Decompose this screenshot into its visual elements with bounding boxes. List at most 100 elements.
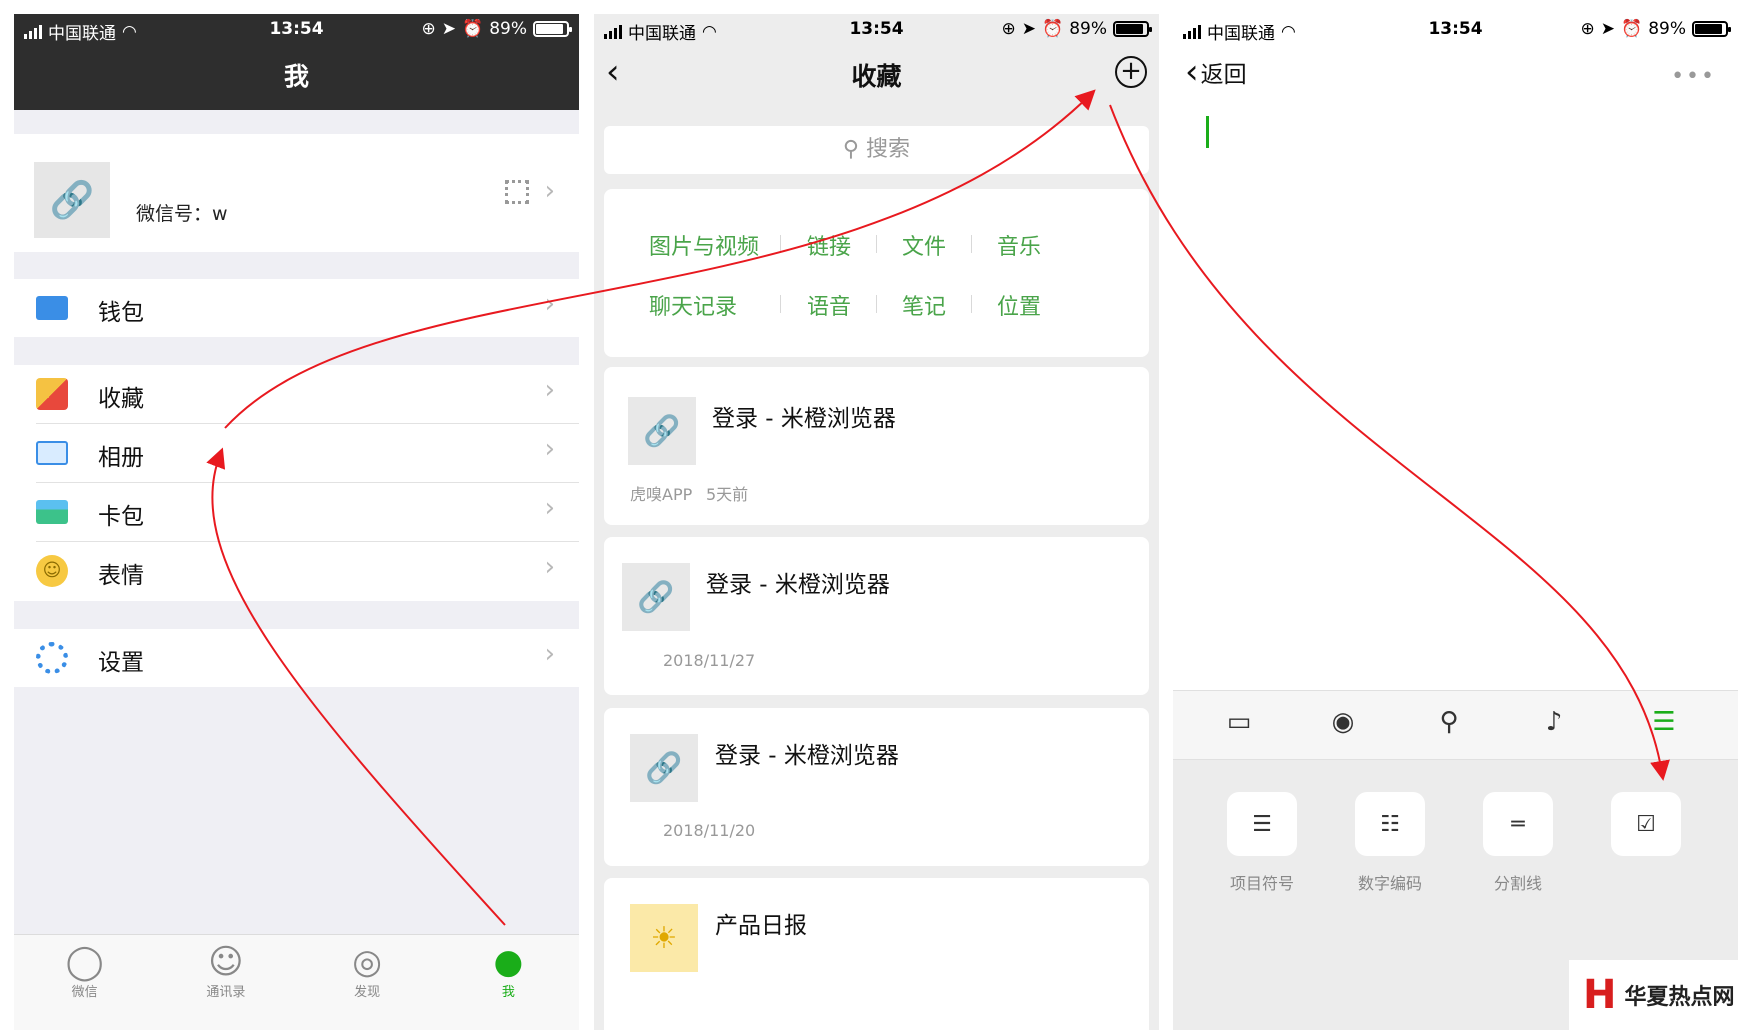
- menu-item-stickers[interactable]: ☺ 表情 ›: [14, 542, 579, 600]
- checklist-button[interactable]: ☑: [1611, 792, 1681, 856]
- search-icon: ⚲: [842, 137, 860, 162]
- tab-bar: ◯ 微信 ☺ 通讯录 ◎ 发现 ● 我: [14, 934, 579, 1030]
- orientation-lock-icon: ⊕: [1001, 19, 1016, 39]
- battery-icon: [1113, 21, 1152, 37]
- status-bar: 中国联通 ◠ 13:54 ⊕ ➤ ⏰ 89%: [14, 14, 579, 44]
- text-cursor: [1206, 116, 1209, 148]
- category-chat-history[interactable]: 聊天记录: [649, 289, 737, 321]
- person-icon: ●: [493, 942, 524, 982]
- divider-line-button[interactable]: ═: [1483, 792, 1553, 856]
- favorite-title: 登录 - 米橙浏览器: [715, 743, 899, 769]
- favorite-item[interactable]: ☀ 产品日报: [604, 878, 1149, 1030]
- menu-item-label: 钱包: [98, 300, 144, 326]
- menu-item-favorites[interactable]: 收藏 ›: [14, 365, 579, 423]
- smiley-icon: ☺: [36, 555, 68, 587]
- menu-item-label: 设置: [98, 650, 144, 676]
- category-grid: 图片与视频 链接 文件 音乐 聊天记录 语音 笔记 位置: [604, 189, 1149, 357]
- favorite-time: 2018/11/20: [663, 821, 756, 840]
- more-options-icon[interactable]: •••: [1671, 64, 1716, 89]
- format-label: 分割线: [1493, 874, 1542, 893]
- numbered-list-button[interactable]: ☷: [1355, 792, 1425, 856]
- category-notes[interactable]: 笔记: [902, 289, 946, 321]
- category-voice[interactable]: 语音: [807, 289, 851, 321]
- menu-item-label: 卡包: [98, 504, 144, 530]
- category-location[interactable]: 位置: [997, 289, 1041, 321]
- tab-contacts[interactable]: ☺ 通讯录: [155, 935, 296, 1030]
- list-format-icon[interactable]: ☰: [1619, 707, 1709, 763]
- menu-item-wallet[interactable]: 钱包 ›: [14, 279, 579, 337]
- format-label: 项目符号: [1229, 874, 1294, 893]
- back-button[interactable]: ‹ 返回: [1185, 52, 1247, 92]
- tab-me[interactable]: ● 我: [438, 935, 579, 1030]
- plus-icon: +: [1120, 56, 1142, 86]
- orientation-lock-icon: ⊕: [421, 19, 436, 39]
- chevron-right-icon: ›: [544, 639, 555, 669]
- battery-percent: 89%: [1069, 19, 1107, 39]
- image-icon[interactable]: ▭: [1219, 707, 1259, 743]
- divider: [971, 295, 972, 313]
- card-icon: [36, 500, 68, 524]
- divider: [876, 235, 877, 253]
- favorite-item[interactable]: 🔗 登录 - 米橙浏览器 2018/11/27: [604, 537, 1149, 695]
- status-bar: 中国联通 ◠ 13:54 ⊕ ➤ ⏰ 89%: [1173, 14, 1738, 44]
- divider: [971, 235, 972, 253]
- numbered-list-icon: ☷: [1380, 811, 1400, 837]
- favorites-screen: 中国联通 ◠ 13:54 ⊕ ➤ ⏰ 89% ‹ 收藏 + ⚲ 搜索 图片与视频…: [594, 14, 1159, 1030]
- chevron-right-icon: ›: [544, 375, 555, 405]
- divider: [780, 235, 781, 253]
- location-icon: ➤: [1021, 19, 1037, 39]
- menu-item-cards[interactable]: 卡包 ›: [14, 483, 579, 541]
- profile-card[interactable]: 🔗 微信号：w ›: [14, 134, 579, 252]
- location-icon: ➤: [1600, 19, 1616, 39]
- location-icon: ➤: [441, 19, 457, 39]
- editor-toolbar: ▭ ◉ ⚲ ♪ ☰: [1173, 690, 1738, 763]
- alarm-icon: ⏰: [1621, 19, 1643, 39]
- tab-label: 微信: [71, 985, 98, 1000]
- divider: [780, 295, 781, 313]
- bulleted-list-button[interactable]: ☰: [1227, 792, 1297, 856]
- tab-discover[interactable]: ◎ 发现: [297, 935, 438, 1030]
- checkbox-icon: ☑: [1636, 811, 1656, 837]
- tab-chats[interactable]: ◯ 微信: [14, 935, 155, 1030]
- category-files[interactable]: 文件: [902, 229, 946, 261]
- category-music[interactable]: 音乐: [997, 229, 1041, 261]
- chevron-right-icon: ›: [544, 289, 555, 319]
- category-images-videos[interactable]: 图片与视频: [649, 229, 759, 261]
- search-input[interactable]: ⚲ 搜索: [604, 126, 1149, 174]
- location-pin-icon[interactable]: ⚲: [1429, 707, 1469, 743]
- category-links[interactable]: 链接: [807, 229, 851, 261]
- page-title: 收藏: [851, 62, 902, 91]
- tab-label: 发现: [354, 985, 381, 1000]
- wallet-icon: [36, 296, 68, 320]
- chat-bubble-icon: ◯: [65, 942, 104, 982]
- camera-icon[interactable]: ◉: [1323, 707, 1363, 743]
- me-screen: 中国联通 ◠ 13:54 ⊕ ➤ ⏰ 89% 我 🔗 微信号：w › 钱包 › …: [14, 14, 579, 1030]
- favorite-title: 登录 - 米橙浏览器: [712, 406, 896, 432]
- menu-item-settings[interactable]: 设置 ›: [14, 629, 579, 687]
- menu-item-album[interactable]: 相册 ›: [14, 424, 579, 482]
- qr-code-icon[interactable]: [505, 180, 529, 204]
- link-icon: 🔗: [630, 734, 698, 802]
- orientation-lock-icon: ⊕: [1580, 19, 1595, 39]
- favorite-source: 虎嗅APP: [630, 485, 693, 504]
- status-bar: 中国联通 ◠ 13:54 ⊕ ➤ ⏰ 89%: [594, 14, 1159, 44]
- image-icon: [36, 441, 68, 465]
- back-chevron-icon: ‹: [1185, 52, 1199, 92]
- add-favorite-button[interactable]: +: [1115, 56, 1147, 88]
- menu-item-label: 相册: [98, 445, 144, 471]
- favorite-item[interactable]: 🔗 登录 - 米橙浏览器 虎嗅APP 5天前: [604, 367, 1149, 525]
- avatar[interactable]: 🔗: [34, 162, 110, 238]
- link-icon: 🔗: [628, 397, 696, 465]
- divider: [876, 295, 877, 313]
- microphone-icon[interactable]: ♪: [1534, 707, 1574, 743]
- favorite-item[interactable]: 🔗 登录 - 米橙浏览器 2018/11/20: [604, 708, 1149, 866]
- chevron-right-icon: ›: [544, 176, 555, 206]
- navbar: 中国联通 ◠ 13:54 ⊕ ➤ ⏰ 89% 我: [14, 14, 579, 110]
- divider-line-icon: ═: [1511, 811, 1525, 837]
- compass-icon: ◎: [352, 942, 382, 982]
- bullet-list-icon: ☰: [1252, 811, 1272, 837]
- note-editor-screen: 中国联通 ◠ 13:54 ⊕ ➤ ⏰ 89% ‹ 返回 ••• ▭ ◉ ⚲ ♪ …: [1173, 14, 1738, 1030]
- sun-icon: ☀: [630, 904, 698, 972]
- page-title: 我: [283, 62, 309, 91]
- favorite-time: 5天前: [706, 485, 749, 504]
